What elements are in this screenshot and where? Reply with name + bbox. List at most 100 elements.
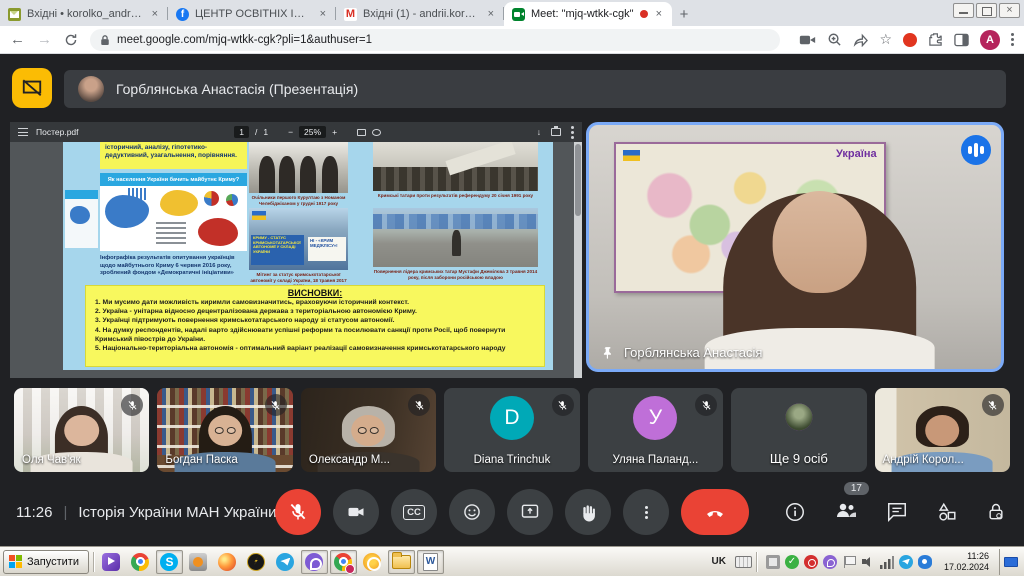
volume-icon[interactable] (861, 555, 875, 569)
reactions-button[interactable] (449, 489, 495, 535)
camera-toggle-button[interactable] (333, 489, 379, 535)
host-controls-lock-icon[interactable] (986, 501, 1006, 523)
clipboard-tray-icon[interactable] (766, 555, 780, 569)
tab-facebook[interactable]: f ЦЕНТР ОСВІТНІХ ІННОВАЦІЙ | F × (168, 2, 336, 26)
action-center-flag-icon[interactable] (842, 555, 856, 569)
close-tab-icon[interactable]: × (654, 8, 664, 20)
firefox-icon[interactable] (214, 550, 241, 574)
conclusion-item: 5. Національно-територіальна автономія -… (95, 344, 535, 353)
windows-taskbar: Запустити S W UK ✓ (0, 546, 1024, 576)
extensions-puzzle-icon[interactable] (928, 32, 943, 47)
kmplayer-icon[interactable] (98, 550, 125, 574)
participant-tile[interactable]: Богдан Паска (157, 388, 292, 472)
tab-gmail[interactable]: M Вхідні (1) - andrii.korolko@pnu. × (336, 2, 504, 26)
chrome-icon[interactable] (127, 550, 154, 574)
conclusion-item: 2. Україна - унітарна відносно децентрал… (95, 307, 535, 316)
daemon-tools-icon[interactable] (243, 550, 270, 574)
start-button[interactable]: Запустити (3, 550, 89, 574)
close-tab-icon[interactable]: × (486, 8, 496, 20)
participant-tile[interactable]: Олександр М... (301, 388, 436, 472)
participants-count-badge: 17 (844, 482, 869, 495)
mic-toggle-button[interactable] (275, 489, 321, 535)
amigo-browser-icon[interactable] (359, 550, 386, 574)
restore-window-button[interactable] (976, 3, 997, 18)
word-document-icon[interactable]: W (417, 550, 444, 574)
pdf-page-separator: / (255, 127, 257, 137)
pdf-scrollbar[interactable] (574, 142, 582, 378)
participant-name: Diana Trinchuk (474, 454, 551, 466)
pdf-page-input[interactable]: 1 (234, 126, 249, 138)
participant-tile[interactable]: D Diana Trinchuk (444, 388, 579, 472)
pdf-zoom-out-button[interactable]: − (288, 127, 293, 137)
reload-icon[interactable] (64, 33, 78, 47)
present-button[interactable] (507, 489, 553, 535)
presenting-banner-text: Горблянська Анастасія (Презентація) (116, 81, 358, 97)
captions-button[interactable]: CC (391, 489, 437, 535)
address-bar[interactable]: meet.google.com/mjq-wtkk-cgk?pli=1&authu… (90, 29, 780, 51)
back-icon[interactable]: ← (10, 32, 25, 47)
pdf-zoom-in-button[interactable]: + (332, 127, 337, 137)
skype-icon[interactable]: S (156, 550, 183, 574)
pdf-print-icon[interactable] (551, 128, 561, 136)
antivirus-tray-icon[interactable]: ✓ (785, 555, 799, 569)
more-options-button[interactable] (623, 489, 669, 535)
viber-icon[interactable] (301, 550, 328, 574)
minimize-window-button[interactable] (953, 3, 974, 18)
system-tray: ✓ (761, 555, 937, 569)
participant-name: Олександр М... (309, 454, 390, 466)
meet-control-bar: 11:26 | Історія України МАН України CC (0, 478, 1024, 546)
share-icon[interactable] (853, 33, 868, 47)
adblock-extension-icon[interactable] (903, 33, 917, 47)
eye-protection-tray-icon[interactable] (918, 555, 932, 569)
pdf-menu-icon[interactable] (18, 128, 28, 136)
gmail-icon: M (344, 8, 357, 21)
language-indicator[interactable]: UK (707, 554, 731, 569)
telegram-icon[interactable] (272, 550, 299, 574)
keyboard-layout-icon[interactable] (735, 556, 752, 568)
meeting-info: 11:26 | Історія України МАН України (16, 478, 277, 546)
file-explorer-icon[interactable] (388, 550, 415, 574)
close-window-button[interactable]: × (999, 3, 1020, 18)
powerdvd-icon[interactable] (185, 550, 212, 574)
end-call-button[interactable] (681, 489, 749, 535)
viber-tray-icon[interactable] (823, 555, 837, 569)
forward-icon[interactable]: → (37, 32, 52, 47)
presentation-warning-button[interactable] (12, 68, 52, 108)
chat-panel-icon[interactable] (886, 501, 908, 523)
participant-tile[interactable]: Андрій Корол... (875, 388, 1010, 472)
activities-icon[interactable] (936, 501, 958, 523)
tab-ukrnet-mail[interactable]: Вхідні • korolko_andr@ukr.net × (0, 2, 168, 26)
network-signal-icon[interactable] (880, 555, 894, 569)
pdf-fit-page-icon[interactable] (357, 129, 366, 136)
show-desktop-button[interactable] (999, 549, 1021, 575)
telegram-tray-icon[interactable] (899, 555, 913, 569)
tab-meet-active[interactable]: Meet: "mjq-wtkk-cgk" × (504, 2, 672, 26)
participant-tile[interactable]: Оля Чав'як (14, 388, 149, 472)
close-tab-icon[interactable]: × (150, 8, 160, 20)
browser-menu-icon[interactable] (1011, 33, 1014, 36)
overflow-participants-tile[interactable]: Г Ще 9 осіб (731, 388, 866, 472)
pdf-rotate-icon[interactable] (372, 129, 381, 136)
pin-icon (601, 346, 615, 360)
bookmark-star-icon[interactable]: ☆ (879, 31, 892, 48)
zoom-icon[interactable] (827, 32, 842, 47)
adguard-tray-icon[interactable] (804, 555, 818, 569)
taskbar-clock[interactable]: 11:26 17.02.2024 (941, 551, 995, 572)
people-icon (834, 499, 858, 521)
raise-hand-button[interactable] (565, 489, 611, 535)
ukraine-flag-icon (252, 211, 266, 220)
presenter-video-tile[interactable]: Україна Горблянська Анастасія (586, 122, 1004, 372)
pdf-more-icon[interactable] (571, 126, 574, 129)
profile-avatar[interactable]: A (980, 30, 1000, 50)
close-tab-icon[interactable]: × (318, 8, 328, 20)
meeting-details-icon[interactable] (784, 501, 806, 523)
hand-icon (579, 503, 598, 522)
camera-in-use-icon[interactable] (799, 33, 816, 47)
chrome-profile-icon[interactable] (330, 550, 357, 574)
pdf-download-icon[interactable]: ↓ (537, 127, 541, 137)
meeting-panels: 17 (784, 478, 1006, 546)
participant-tile[interactable]: У Уляна Паланд... (588, 388, 723, 472)
side-panel-icon[interactable] (954, 33, 969, 47)
new-tab-button[interactable]: + (672, 2, 696, 26)
participants-panel-button[interactable]: 17 (834, 499, 858, 526)
